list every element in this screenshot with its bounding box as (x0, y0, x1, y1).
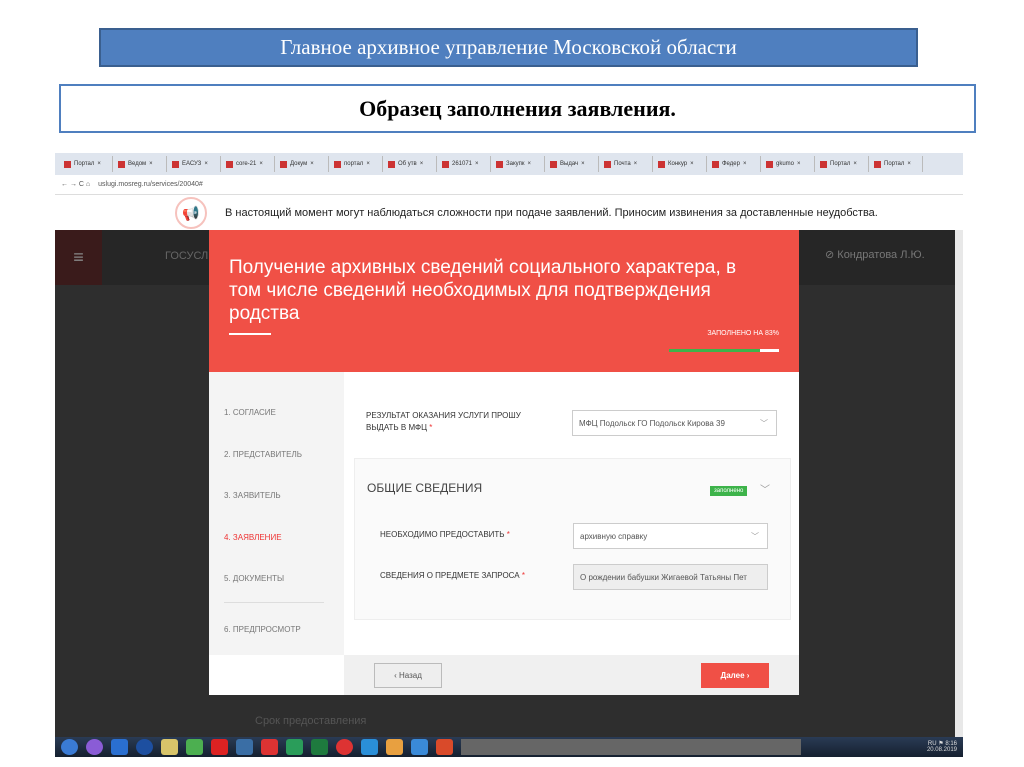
subject-label: СВЕДЕНИЯ О ПРЕДМЕТЕ ЗАПРОСА * (380, 571, 525, 580)
user-name[interactable]: ⊘ Кондратова Л.Ю. (825, 248, 925, 261)
browser-tab[interactable]: 261071 × (439, 156, 491, 172)
status-badge: заполнено (710, 486, 748, 496)
browser-tab[interactable]: Докум × (277, 156, 329, 172)
explorer-icon[interactable] (161, 739, 178, 755)
browser-tab[interactable]: Портал × (817, 156, 869, 172)
progress-fill (669, 349, 761, 352)
chrome-icon[interactable] (186, 739, 203, 755)
tab-bar: Портал × Ведом × ЕАСУЗ × core-21 × Докум × по… (55, 153, 963, 175)
progress-bar (669, 349, 779, 352)
browser-tab[interactable]: Федер × (709, 156, 761, 172)
system-tray: RU ⚑ 8:16 20.08.2019 (926, 741, 957, 753)
scrollbar[interactable] (955, 230, 963, 737)
ie-icon[interactable] (111, 739, 128, 755)
app-icon[interactable] (386, 739, 403, 755)
browser-tab[interactable]: Закупк × (493, 156, 545, 172)
nav-divider (224, 602, 324, 603)
back-button[interactable]: ‹ Назад (374, 663, 442, 688)
browser-tab[interactable]: ЕАСУЗ × (169, 156, 221, 172)
step-applicant[interactable]: 3. ЗАЯВИТЕЛЬ (224, 491, 281, 500)
excel-icon[interactable] (311, 739, 328, 755)
telegram-icon[interactable] (361, 739, 378, 755)
slide-subtitle: Образец заполнения заявления. (59, 84, 976, 133)
provide-select[interactable]: архивную справку ﹀ (573, 523, 768, 549)
browser-tab[interactable]: Конкур × (655, 156, 707, 172)
url[interactable]: uslugi.mosreg.ru/services/20040# (98, 181, 203, 188)
chevron-down-icon: ﹀ (751, 531, 759, 541)
yandex-browser-icon[interactable] (336, 739, 353, 755)
notice-text: В настоящий момент могут наблюдаться сло… (225, 206, 878, 219)
opera-icon[interactable] (211, 739, 228, 755)
menu-icon[interactable]: ≡ (55, 230, 102, 285)
nav-icons[interactable]: ← → C ⌂ (61, 181, 90, 188)
browser-tab[interactable]: Ведом × (115, 156, 167, 172)
browser-tab[interactable]: Почта × (601, 156, 653, 172)
step-consent[interactable]: 1. СОГЛАСИЕ (224, 408, 276, 417)
browser-tab[interactable]: core-21 × (223, 156, 275, 172)
modal-header: Получение архивных сведений социального … (209, 230, 799, 372)
megaphone-icon: 📢 (175, 197, 207, 229)
browser-tab[interactable]: Об утв × (385, 156, 437, 172)
modal-footer: ‹ Назад Далее › (344, 655, 799, 695)
browser-tab[interactable]: Выдач × (547, 156, 599, 172)
browser-tab[interactable]: Портал × (871, 156, 923, 172)
site-name: ГОСУСЛ (165, 250, 209, 262)
title-underline (229, 333, 271, 335)
browser-tab[interactable]: gkumo × (763, 156, 815, 172)
steps-nav: 1. СОГЛАСИЕ 2. ПРЕДСТАВИТЕЛЬ 3. ЗАЯВИТЕЛ… (209, 372, 344, 655)
result-label: РЕЗУЛЬТАТ ОКАЗАНИЯ УСЛУГИ ПРОШУ ВЫДАТЬ В… (366, 411, 521, 432)
browser-tab[interactable]: Портал × (61, 156, 113, 172)
step-documents[interactable]: 5. ДОКУМЕНТЫ (224, 574, 284, 583)
result-select[interactable]: МФЦ Подольск ГО Подольск Кирова 39 ﹀ (572, 410, 777, 436)
progress-label: ЗАПОЛНЕНО НА 83% (707, 330, 779, 337)
chevron-down-icon: ﹀ (760, 418, 768, 428)
powerpoint-icon[interactable] (436, 739, 453, 755)
section-title[interactable]: ОБЩИЕ СВЕДЕНИЯ (367, 481, 482, 495)
general-info-section: ОБЩИЕ СВЕДЕНИЯ заполнено ﹀ НЕОБХОДИМО ПР… (354, 458, 791, 620)
notice-banner: 📢 В настоящий момент могут наблюдаться сл… (55, 195, 963, 230)
app-icon[interactable] (236, 739, 253, 755)
application-modal: Получение архивных сведений социального … (209, 230, 799, 695)
taskbar: RU ⚑ 8:16 20.08.2019 (55, 737, 963, 757)
app-icon[interactable] (136, 739, 153, 755)
app-icon[interactable] (411, 739, 428, 755)
step-application[interactable]: 4. ЗАЯВЛЕНИЕ (224, 533, 282, 542)
browser-screenshot: Портал × Ведом × ЕАСУЗ × core-21 × Докум × по… (55, 153, 963, 757)
step-preview[interactable]: 6. ПРЕДПРОСМОТР (224, 625, 301, 634)
service-title: Получение архивных сведений социального … (229, 257, 737, 324)
browser-tab[interactable]: портал × (331, 156, 383, 172)
address-bar[interactable]: ← → C ⌂ uslugi.mosreg.ru/services/20040# (55, 175, 963, 195)
slide-title: Главное архивное управление Московской о… (99, 28, 918, 67)
provide-label: НЕОБХОДИМО ПРЕДОСТАВИТЬ * (380, 530, 510, 539)
start-icon[interactable] (61, 739, 78, 755)
app-icon[interactable] (86, 739, 103, 755)
step-representative[interactable]: 2. ПРЕДСТАВИТЕЛЬ (224, 450, 302, 459)
app-icon[interactable] (286, 739, 303, 755)
yandex-icon[interactable] (261, 739, 278, 755)
next-button[interactable]: Далее › (701, 663, 769, 688)
subject-input[interactable]: О рождении бабушки Жигаевой Татьяны Пет (573, 564, 768, 590)
taskbar-window[interactable] (461, 739, 801, 755)
chevron-down-icon[interactable]: ﹀ (760, 481, 770, 496)
term-heading: Срок предоставления (255, 715, 367, 727)
